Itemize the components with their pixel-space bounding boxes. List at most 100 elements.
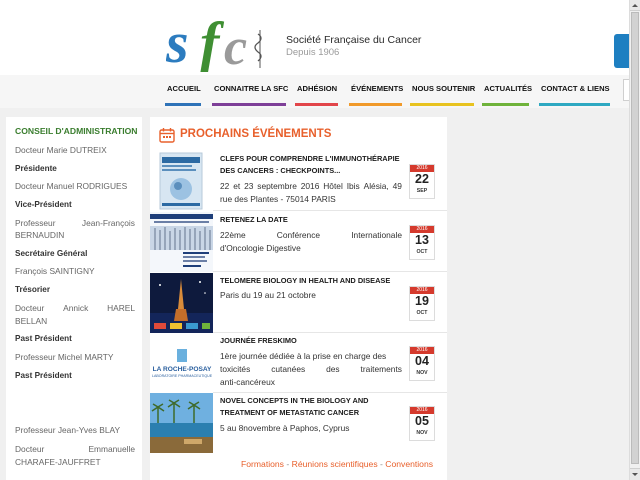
member-role: Past Président — [15, 334, 72, 343]
name-word: Annick — [63, 303, 89, 313]
date-day: 04 — [415, 354, 429, 368]
desc-word: Ibis — [346, 181, 360, 191]
date-badge: 2016 05 NOV — [409, 406, 435, 441]
main-nav: ACCUEIL CONNAITRE LA SFC ADHÉSION ÉVÉNEM… — [0, 75, 629, 108]
nav-item-actualites[interactable]: ACTUALITÉS — [484, 84, 532, 93]
event-title[interactable]: RETENEZ LA DATE — [220, 214, 400, 226]
date-month: OCT — [416, 310, 428, 316]
event-description-cont: toxicités cutanées des traitements — [220, 363, 402, 376]
event-item[interactable]: NOVEL CONCEPTS IN THE BIOLOGY AND TREATM… — [150, 393, 447, 453]
date-badge: 2016 04 NOV — [409, 346, 435, 381]
desc-word: 22ème — [220, 230, 246, 240]
event-item[interactable]: LA ROCHE-POSAY LABORATOIRE PHARMACEUTIQU… — [150, 333, 447, 393]
nav-item-accueil[interactable]: ACCUEIL — [167, 84, 201, 93]
name-word: Docteur — [15, 303, 45, 313]
event-category-links: Formations - Réunions scientifiques - Co… — [241, 459, 433, 469]
page-scrollbar[interactable] — [629, 0, 640, 480]
member-name[interactable]: Docteur Manuel RODRIGUES — [15, 180, 135, 193]
date-day: 05 — [415, 414, 429, 428]
nav-color-bar — [410, 103, 474, 106]
site-header: s f c Société Française du Cancer Depuis… — [0, 0, 630, 75]
desc-word: cutanées — [271, 364, 306, 374]
product-icon — [177, 349, 187, 362]
site-name: Société Française du Cancer — [286, 34, 422, 46]
date-day: 22 — [415, 172, 429, 186]
scroll-down-button[interactable] — [630, 468, 640, 480]
date-month: SEP — [416, 188, 428, 194]
event-description-cont: rue des Plantes - 75014 PARIS — [220, 194, 336, 204]
brand-logo: LA ROCHE-POSAY — [152, 366, 212, 373]
nav-item-connaitre[interactable]: CONNAITRE LA SFC — [214, 84, 288, 93]
event-title[interactable]: TELOMERE BIOLOGY IN HEALTH AND DISEASE — [220, 275, 400, 287]
event-description: Paris du 19 au 21 octobre — [220, 290, 316, 300]
member-name[interactable]: Docteur Annick HAREL — [15, 302, 135, 315]
event-description-cont: anti-cancéreux — [220, 377, 275, 387]
nav-color-bar — [212, 103, 286, 106]
nav-color-bar — [482, 103, 529, 106]
member-name[interactable]: Docteur Marie DUTREIX — [15, 144, 135, 157]
desc-word: des — [326, 364, 340, 374]
desc-word: 49 — [392, 181, 402, 191]
calendar-icon — [159, 128, 175, 143]
sfc-logo[interactable]: s f c — [166, 12, 274, 72]
event-thumbnail[interactable] — [150, 212, 213, 272]
date-day: 19 — [415, 294, 429, 308]
date-month: OCT — [416, 249, 428, 255]
site-tagline: Depuis 1906 — [286, 47, 340, 58]
member-name-cont[interactable]: CHARAFE-JAUFFRET — [15, 456, 135, 469]
header-action-button[interactable] — [614, 34, 630, 68]
events-title: PROCHAINS ÉVÉNEMENTS — [180, 128, 332, 140]
svg-text:c: c — [224, 19, 247, 72]
member-role: Présidente — [15, 164, 57, 173]
member-role: Trésorier — [15, 285, 51, 294]
member-name-cont[interactable]: BELLAN — [15, 315, 135, 328]
desc-word: Hôtel — [323, 181, 343, 191]
member-name[interactable]: François SAINTIGNY — [15, 265, 135, 278]
event-description: 22 et 23 septembre 2016 Hôtel Ibis Alési… — [220, 180, 402, 193]
name-word: Emmanuelle — [88, 444, 135, 454]
svg-text:f: f — [200, 12, 225, 72]
desc-word: et — [233, 181, 241, 191]
link-conventions[interactable]: Conventions — [385, 459, 433, 469]
link-reunions[interactable]: Réunions scientifiques — [292, 459, 378, 469]
event-title[interactable]: NOVEL CONCEPTS IN THE BIOLOGY AND TREATM… — [220, 395, 400, 419]
chevron-up-icon — [632, 4, 638, 7]
event-thumbnail[interactable] — [150, 273, 213, 333]
scroll-up-button[interactable] — [630, 0, 640, 11]
date-badge: 2016 19 OCT — [409, 286, 435, 321]
event-item[interactable]: RETENEZ LA DATE 22ème Conférence Interna… — [150, 212, 447, 272]
desc-word: 23 — [244, 181, 254, 191]
brand-sub: LABORATOIRE PHARMACEUTIQUE — [152, 374, 213, 378]
member-role: Secrétaire Général — [15, 249, 88, 258]
nav-item-evenements[interactable]: ÉVÉNEMENTS — [351, 84, 403, 93]
member-name-cont[interactable]: BERNAUDIN — [15, 229, 135, 242]
nav-item-soutenir[interactable]: NOUS SOUTENIR — [412, 84, 475, 93]
event-thumbnail[interactable] — [150, 393, 213, 453]
date-month: NOV — [416, 370, 428, 376]
sidebar-title: CONSEIL D'ADMINISTRATION — [15, 126, 138, 136]
event-description: 22ème Conférence Internationale — [220, 229, 402, 242]
event-title[interactable]: JOURNÉE FRESKIMO — [220, 335, 400, 347]
event-description-cont: d'Oncologie Digestive — [220, 243, 301, 253]
desc-word: 2016 — [300, 181, 320, 191]
date-year: 2016 — [410, 287, 434, 294]
link-formations[interactable]: Formations — [241, 459, 284, 469]
nav-item-contact[interactable]: CONTACT & LIENS — [541, 84, 610, 93]
event-description: 5 au 8novembre à Paphos, Cyprus — [220, 423, 350, 433]
member-name[interactable]: Professeur Jean-Yves BLAY — [15, 424, 135, 437]
event-item[interactable]: CLEFS POUR COMPRENDRE L'IMMUNOTHÉRAPIE D… — [150, 151, 447, 211]
member-name[interactable]: Docteur Emmanuelle — [15, 443, 135, 456]
desc-word: Internationale — [351, 230, 402, 240]
event-thumbnail[interactable]: LA ROCHE-POSAY LABORATOIRE PHARMACEUTIQU… — [150, 333, 213, 393]
member-name[interactable]: Professeur Michel MARTY — [15, 351, 135, 364]
svg-text:s: s — [166, 12, 189, 72]
event-item[interactable]: TELOMERE BIOLOGY IN HEALTH AND DISEASE P… — [150, 273, 447, 333]
scroll-thumb[interactable] — [631, 12, 639, 464]
event-thumbnail[interactable] — [150, 151, 213, 211]
nav-item-adhesion[interactable]: ADHÉSION — [297, 84, 337, 93]
event-title[interactable]: CLEFS POUR COMPRENDRE L'IMMUNOTHÉRAPIE D… — [220, 153, 400, 177]
desc-word: Alésia, — [363, 181, 389, 191]
nav-color-bar — [295, 103, 338, 106]
desc-word: septembre — [257, 181, 297, 191]
chevron-down-icon — [632, 473, 638, 476]
